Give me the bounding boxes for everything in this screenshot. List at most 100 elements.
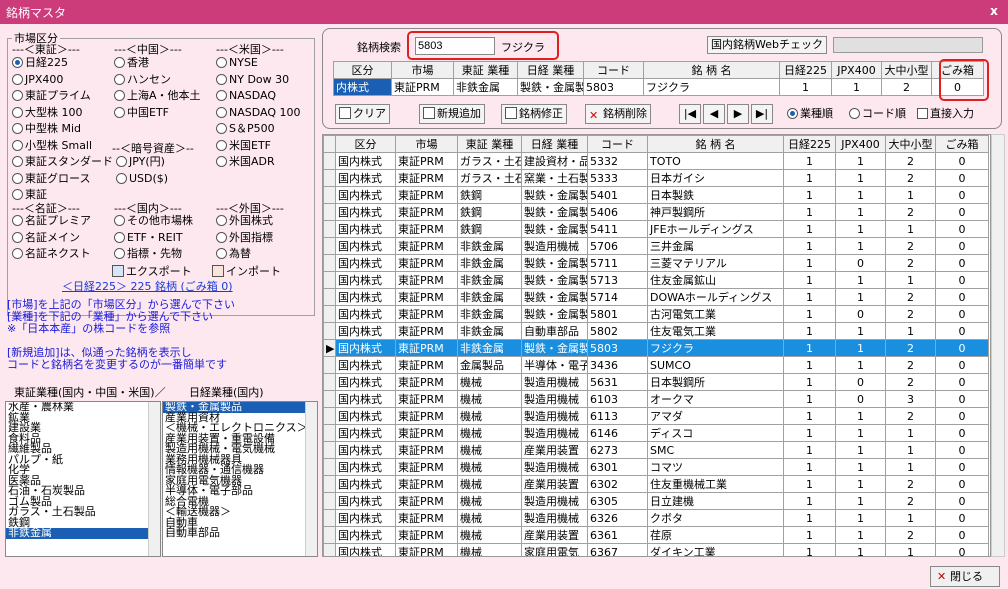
table-cell[interactable]: SUMCO bbox=[647, 356, 784, 374]
table-cell[interactable]: 2 bbox=[885, 526, 936, 544]
market-radio-dom-0[interactable]: その他市場株 bbox=[114, 214, 193, 228]
table-cell[interactable]: 製鉄・金属製 bbox=[521, 339, 588, 357]
direct-input-checkbox[interactable]: 直接入力 bbox=[917, 107, 974, 121]
row-indicator[interactable] bbox=[323, 526, 336, 544]
table-cell[interactable]: 6367 bbox=[587, 543, 648, 556]
table-cell[interactable]: 0 bbox=[935, 186, 989, 204]
row-indicator[interactable] bbox=[323, 169, 336, 187]
table-cell[interactable]: 2 bbox=[885, 492, 936, 510]
table-cell[interactable]: 6361 bbox=[587, 526, 648, 544]
table-cell[interactable]: 5333 bbox=[587, 169, 648, 187]
table-cell[interactable]: 1 bbox=[835, 186, 886, 204]
table-cell[interactable]: 機械 bbox=[457, 424, 522, 442]
table-cell[interactable]: 1 bbox=[835, 220, 886, 238]
market-radio-col1-2[interactable]: 東証プライム bbox=[12, 89, 91, 103]
edit-cell[interactable]: 内株式 bbox=[333, 78, 392, 96]
table-cell[interactable]: 1 bbox=[783, 288, 836, 306]
table-cell[interactable]: 0 bbox=[935, 237, 989, 255]
market-radio-foreign-2[interactable]: 為替 bbox=[216, 247, 251, 261]
table-cell[interactable]: 製造用機械 bbox=[521, 424, 588, 442]
table-cell[interactable]: 機械 bbox=[457, 373, 522, 391]
table-cell[interactable]: 0 bbox=[935, 373, 989, 391]
table-cell[interactable]: 製造用機械 bbox=[521, 407, 588, 425]
table-cell[interactable]: 東証PRM bbox=[395, 356, 458, 374]
table-cell[interactable]: 0 bbox=[935, 492, 989, 510]
column-header[interactable]: 日経 業種 bbox=[521, 135, 588, 153]
table-cell[interactable]: 1 bbox=[835, 458, 886, 476]
table-row[interactable]: 国内株式 東証PRM 非鉄金属 製鉄・金属製 5713 住友金属鉱山 1 1 1 0 bbox=[323, 271, 989, 289]
table-cell[interactable]: 東証PRM bbox=[395, 152, 458, 170]
table-cell[interactable]: 東証PRM bbox=[395, 220, 458, 238]
table-cell[interactable]: 非鉄金属 bbox=[457, 322, 522, 340]
table-cell[interactable]: 1 bbox=[783, 509, 836, 527]
table-row[interactable]: 国内株式 東証PRM 非鉄金属 製造用機械 5706 三井金属 1 1 2 0 bbox=[323, 237, 989, 255]
nikkei-sector-scrollbar[interactable] bbox=[305, 402, 317, 556]
table-cell[interactable]: 1 bbox=[885, 186, 936, 204]
import-button[interactable]: インポート bbox=[212, 263, 281, 279]
table-cell[interactable]: 東証PRM bbox=[395, 254, 458, 272]
table-cell[interactable]: 国内株式 bbox=[335, 237, 396, 255]
table-cell[interactable]: 0 bbox=[935, 509, 989, 527]
table-cell[interactable]: 製鉄・金属製 bbox=[521, 203, 588, 221]
table-cell[interactable]: 東証PRM bbox=[395, 458, 458, 476]
table-cell[interactable]: 1 bbox=[835, 339, 886, 357]
row-indicator[interactable]: ▶ bbox=[323, 339, 336, 357]
table-cell[interactable]: 1 bbox=[835, 152, 886, 170]
table-row[interactable]: 国内株式 東証PRM 機械 製造用機械 6326 クボタ 1 1 1 0 bbox=[323, 509, 989, 527]
table-row[interactable]: 国内株式 東証PRM 機械 製造用機械 6301 コマツ 1 1 1 0 bbox=[323, 458, 989, 476]
first-record-button[interactable]: |◀ bbox=[679, 104, 701, 124]
market-radio-col3-2[interactable]: NASDAQ bbox=[216, 89, 276, 103]
table-row[interactable]: 国内株式 東証PRM 機械 産業用装置 6302 住友重機械工業 1 1 2 0 bbox=[323, 475, 989, 493]
table-cell[interactable]: 1 bbox=[783, 441, 836, 459]
close-icon[interactable]: x bbox=[986, 3, 1002, 19]
table-cell[interactable]: 1 bbox=[783, 424, 836, 442]
table-cell[interactable]: 1 bbox=[835, 407, 886, 425]
close-button[interactable]: ✕ 閉じる bbox=[930, 566, 1000, 587]
table-cell[interactable]: 国内株式 bbox=[335, 390, 396, 408]
table-cell[interactable]: 機械 bbox=[457, 526, 522, 544]
table-cell[interactable]: 製鉄・金属製 bbox=[521, 220, 588, 238]
market-radio-name-0[interactable]: 名証プレミア bbox=[12, 214, 91, 228]
row-indicator[interactable] bbox=[323, 475, 336, 493]
table-cell[interactable]: 東証PRM bbox=[395, 186, 458, 204]
stock-grid[interactable]: 区分 市場 東証 業種 日経 業種 コード銘 柄 名日経225 JPX400 大中小型 ごみ箱… bbox=[322, 134, 991, 557]
column-header[interactable]: ごみ箱 bbox=[935, 135, 989, 153]
table-row[interactable]: 国内株式 東証PRM 機械 製造用機械 5631 日本製鋼所 1 0 2 0 bbox=[323, 373, 989, 391]
web-check-button[interactable]: 国内銘柄Webチェック bbox=[707, 36, 827, 54]
market-radio-col2-1[interactable]: ハンセン bbox=[114, 73, 171, 87]
table-cell[interactable]: 0 bbox=[935, 305, 989, 323]
table-cell[interactable]: ディスコ bbox=[647, 424, 784, 442]
table-cell[interactable]: 東証PRM bbox=[395, 288, 458, 306]
table-cell[interactable]: 6302 bbox=[587, 475, 648, 493]
edit-button[interactable]: 銘柄修正 bbox=[501, 104, 567, 124]
table-cell[interactable]: 国内株式 bbox=[335, 169, 396, 187]
table-cell[interactable]: 3436 bbox=[587, 356, 648, 374]
table-cell[interactable]: 0 bbox=[935, 458, 989, 476]
table-cell[interactable]: 1 bbox=[835, 475, 886, 493]
table-cell[interactable]: 製鉄・金属製 bbox=[521, 271, 588, 289]
table-cell[interactable]: ガラス・土石 bbox=[457, 169, 522, 187]
stock-table[interactable]: 区分 市場 東証 業種 日経 業種 コード銘 柄 名日経225 JPX400 大中小型 ごみ箱… bbox=[323, 135, 989, 556]
table-cell[interactable]: 1 bbox=[783, 186, 836, 204]
table-cell[interactable]: 非鉄金属 bbox=[457, 237, 522, 255]
table-cell[interactable]: 家庭用電気 bbox=[521, 543, 588, 556]
table-cell[interactable]: 0 bbox=[935, 424, 989, 442]
table-cell[interactable]: 6305 bbox=[587, 492, 648, 510]
table-cell[interactable]: 1 bbox=[783, 237, 836, 255]
table-cell[interactable]: 2 bbox=[885, 305, 936, 323]
table-cell[interactable]: 1 bbox=[885, 543, 936, 556]
tse-sector-list[interactable]: 水産・農林業 鉱業 建設業 食料品 繊維製品 パルプ・紙 化学 医薬品 石油・石炭製品 ゴム製品ガ… bbox=[5, 401, 161, 557]
add-button[interactable]: 新規追加 bbox=[419, 104, 485, 124]
table-cell[interactable]: 住友電気工業 bbox=[647, 322, 784, 340]
table-cell[interactable]: ガラス・土石 bbox=[457, 152, 522, 170]
table-cell[interactable]: 5802 bbox=[587, 322, 648, 340]
table-cell[interactable]: 国内株式 bbox=[335, 441, 396, 459]
row-indicator[interactable] bbox=[323, 509, 336, 527]
edit-cell[interactable]: 製鉄・金属製 bbox=[517, 78, 584, 96]
table-cell[interactable]: 5801 bbox=[587, 305, 648, 323]
table-cell[interactable]: 建設資材・品 bbox=[521, 152, 588, 170]
table-cell[interactable]: 5401 bbox=[587, 186, 648, 204]
row-indicator[interactable] bbox=[323, 458, 336, 476]
table-cell[interactable]: 0 bbox=[835, 390, 886, 408]
table-cell[interactable]: 産業用装置 bbox=[521, 526, 588, 544]
